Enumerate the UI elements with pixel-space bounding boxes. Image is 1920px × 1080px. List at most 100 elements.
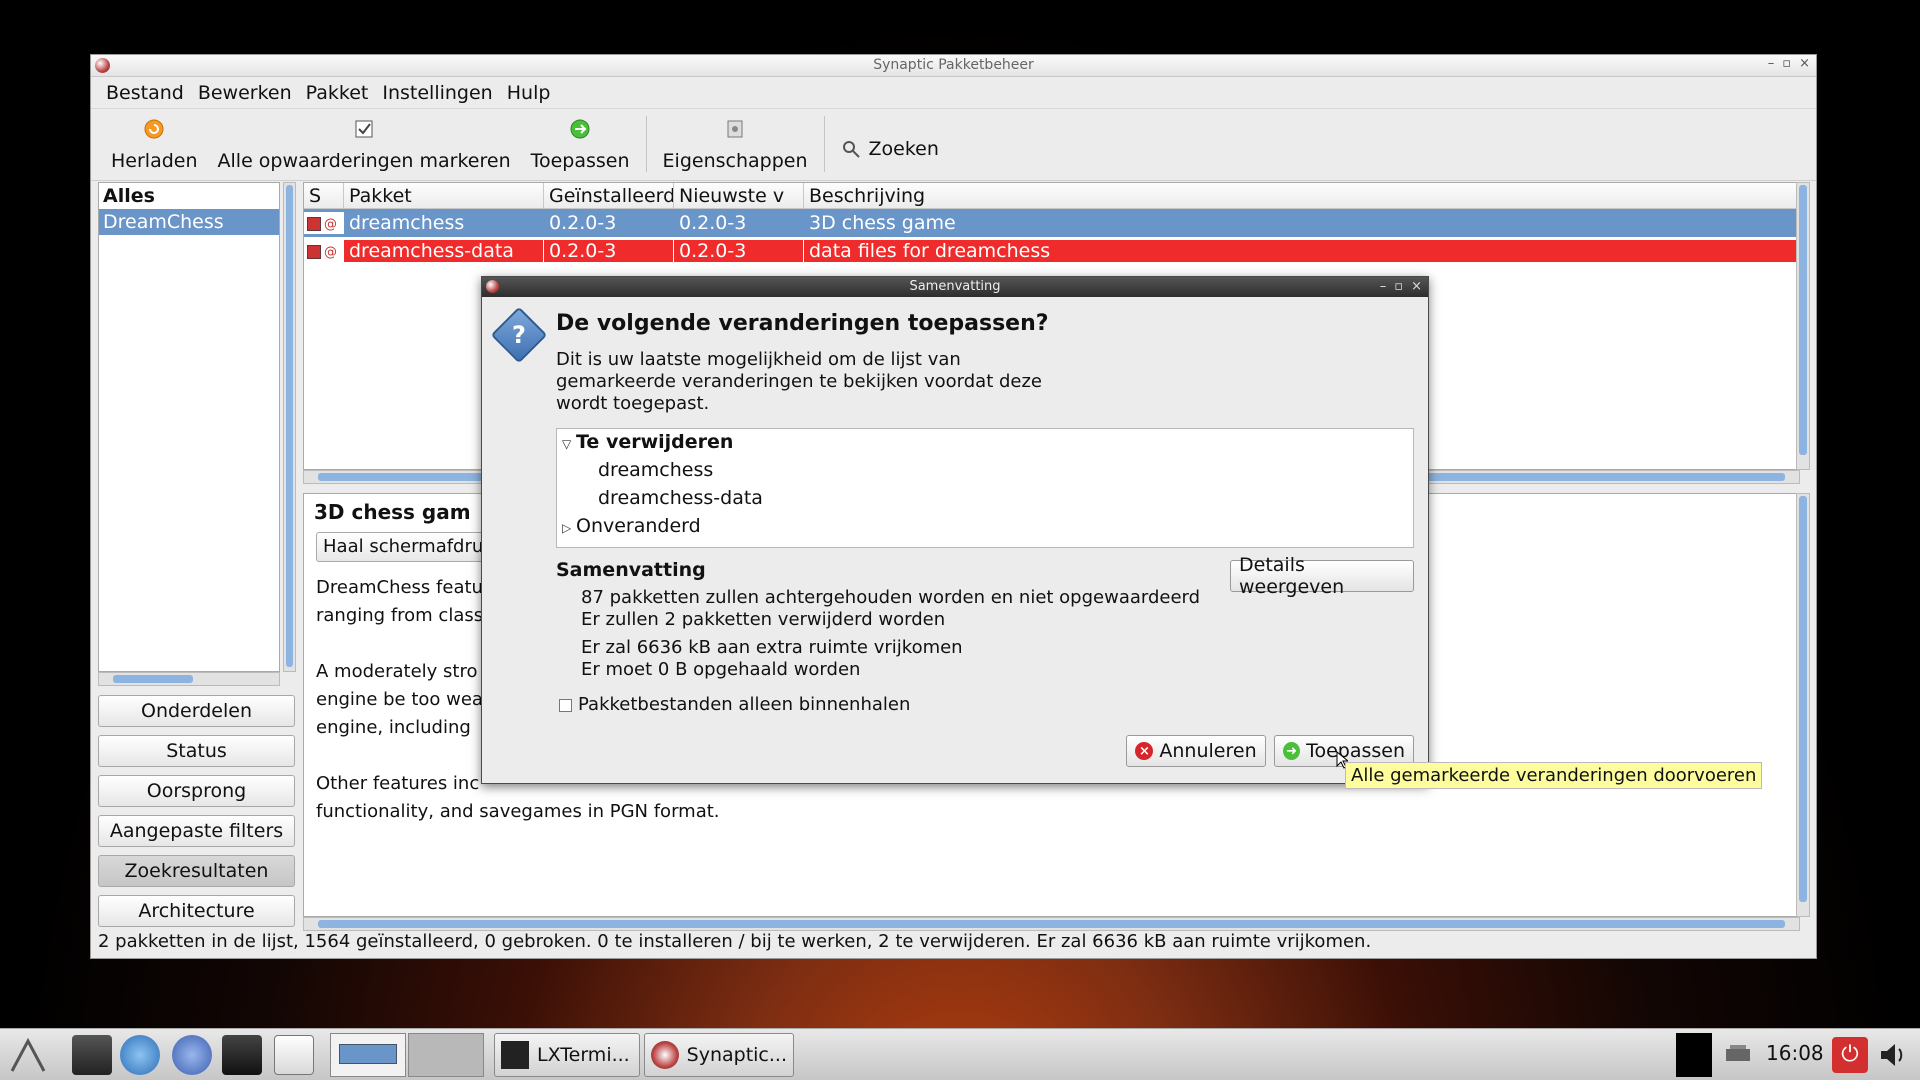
dialog-intro: Dit is uw laatste mogelijkheid om de lij… xyxy=(556,349,1042,414)
desktop-1-button[interactable] xyxy=(330,1033,406,1077)
toolbar-separator xyxy=(823,116,825,172)
clock[interactable]: 16:08 xyxy=(1766,1041,1824,1065)
apply-label: Toepassen xyxy=(1306,740,1405,762)
task-synaptic-label: Synaptic... xyxy=(686,1044,787,1066)
architecture-button[interactable]: Architecture xyxy=(98,895,295,927)
file-manager-icon[interactable] xyxy=(72,1035,112,1075)
tree-item-dreamchess[interactable]: dreamchess xyxy=(598,459,713,481)
cancel-button[interactable]: × Annuleren xyxy=(1126,735,1266,767)
expanded-arrow-icon[interactable]: ▽ xyxy=(562,437,576,451)
cpu-monitor-graph xyxy=(1676,1033,1712,1077)
menu-bewerken[interactable]: Bewerken xyxy=(191,82,299,104)
apply-toolbar-button[interactable]: Toepassen xyxy=(521,118,640,172)
description-scroll-thumb[interactable] xyxy=(1799,496,1807,902)
sections-button[interactable]: Onderdelen xyxy=(98,695,295,727)
close-icon[interactable]: × xyxy=(1799,56,1810,71)
properties-button[interactable]: Eigenschappen xyxy=(653,118,818,172)
apply-icon: ➜ xyxy=(1283,742,1301,760)
summary-line-download: Er moet 0 B opgehaald worden xyxy=(581,659,861,680)
dialog-heading: De volgende veranderingen toepassen? xyxy=(556,311,1049,336)
tree-node-remove[interactable]: ▽ Te verwijderen xyxy=(562,431,733,453)
close-icon[interactable]: × xyxy=(1411,277,1422,297)
description-horizontal-scrollbar[interactable] xyxy=(303,917,1800,931)
menu-instellingen[interactable]: Instellingen xyxy=(375,82,499,104)
network-status-icon[interactable] xyxy=(1724,1043,1752,1067)
reload-icon xyxy=(144,119,164,139)
row-status-cell[interactable]: @ xyxy=(304,240,344,262)
dialog-titlebar[interactable]: Samenvatting – ▫ × xyxy=(482,277,1428,297)
debian-icon: @ xyxy=(324,216,337,232)
summary-line-freed: Er zal 6636 kB aan extra ruimte vrijkome… xyxy=(581,637,963,658)
filter-hscroll-thumb[interactable] xyxy=(113,675,193,683)
description-vertical-scrollbar[interactable] xyxy=(1796,493,1810,917)
details-button[interactable]: Details weergeven xyxy=(1230,554,1414,598)
taskbar: LXTermi... Synaptic... 16:08 ⏻ xyxy=(0,1028,1920,1080)
menu-pakket[interactable]: Pakket xyxy=(299,82,376,104)
browser-icon[interactable] xyxy=(120,1035,160,1075)
menu-bestand[interactable]: Bestand xyxy=(99,82,191,104)
latest-version: 0.2.0-3 xyxy=(679,212,747,234)
apply-icon xyxy=(570,119,590,139)
download-only-checkbox[interactable] xyxy=(559,699,572,712)
status-button[interactable]: Status xyxy=(98,735,295,767)
terminal-launcher-icon[interactable] xyxy=(222,1035,262,1075)
summary-dialog: Samenvatting – ▫ × ? De volgende verande… xyxy=(481,276,1429,784)
column-package[interactable]: Pakket xyxy=(344,183,544,208)
filter-scroll-thumb[interactable] xyxy=(286,185,293,667)
search-button[interactable]: Zoeken xyxy=(831,138,949,172)
row-status-cell[interactable]: @ xyxy=(304,212,344,234)
filter-header: Alles xyxy=(103,185,155,207)
network-globe-icon[interactable] xyxy=(172,1035,212,1075)
column-description[interactable]: Beschrijving xyxy=(804,183,1799,208)
filter-vertical-scrollbar[interactable] xyxy=(283,182,296,672)
table-row[interactable]: @ dreamchess-data 0.2.0-3 0.2.0-3 data f… xyxy=(304,237,1799,265)
task-lxterminal[interactable]: LXTermi... xyxy=(494,1033,640,1077)
toolbar: Herladen Alle opwaarderingen markeren To… xyxy=(91,109,1816,181)
mark-upgrades-button[interactable]: Alle opwaarderingen markeren xyxy=(208,118,521,172)
mark-all-icon xyxy=(355,120,373,138)
changes-tree[interactable]: ▽ Te verwijderen dreamchess dreamchess-da… xyxy=(556,428,1414,548)
column-status[interactable]: S xyxy=(304,183,344,208)
cancel-icon: × xyxy=(1135,742,1154,760)
marked-removal-icon xyxy=(307,216,321,231)
dialog-title: Samenvatting xyxy=(909,279,1001,294)
task-synaptic[interactable]: Synaptic... xyxy=(644,1033,794,1077)
tree-item-dreamchess-data[interactable]: dreamchess-data xyxy=(598,487,763,509)
tree-unchanged-label: Onveranderd xyxy=(576,515,701,537)
table-row[interactable]: @ dreamchess 0.2.0-3 0.2.0-3 3D chess ga… xyxy=(304,209,1799,237)
minimize-icon[interactable]: – xyxy=(1380,277,1387,297)
origin-button[interactable]: Oorsprong xyxy=(98,775,295,807)
package-name: dreamchess-data xyxy=(344,240,544,262)
package-description: data files for dreamchess xyxy=(804,240,1799,262)
volume-icon[interactable] xyxy=(1878,1041,1908,1069)
maximize-icon[interactable]: ▫ xyxy=(1394,277,1403,297)
filter-item-dreamchess[interactable]: DreamChess xyxy=(99,209,279,235)
package-description: 3D chess game xyxy=(809,212,956,234)
desktop-2-button[interactable] xyxy=(408,1033,484,1077)
download-only-label: Pakketbestanden alleen binnenhalen xyxy=(578,694,911,715)
description-hscroll-thumb[interactable] xyxy=(318,920,1785,928)
filter-list[interactable]: Alles DreamChess xyxy=(98,182,280,672)
power-icon[interactable]: ⏻ xyxy=(1832,1037,1868,1073)
table-scroll-thumb[interactable] xyxy=(1799,185,1807,455)
synaptic-app-icon xyxy=(486,280,499,293)
column-latest[interactable]: Nieuwste v xyxy=(674,183,804,208)
debian-icon: @ xyxy=(324,244,337,260)
minimize-icon[interactable]: – xyxy=(1768,56,1775,71)
maximize-icon[interactable]: ▫ xyxy=(1782,56,1791,71)
column-installed[interactable]: Geïnstalleerd xyxy=(544,183,674,208)
text-editor-icon[interactable] xyxy=(274,1035,314,1075)
marked-removal-icon xyxy=(307,244,321,259)
table-vertical-scrollbar[interactable] xyxy=(1796,182,1810,470)
search-results-button[interactable]: Zoekresultaten xyxy=(98,855,295,887)
custom-filters-button[interactable]: Aangepaste filters xyxy=(98,815,295,847)
menu-launcher-icon[interactable] xyxy=(8,1035,48,1075)
window-titlebar[interactable]: Synaptic Pakketbeheer – ▫ × xyxy=(91,55,1816,77)
menu-hulp[interactable]: Hulp xyxy=(500,82,558,104)
reload-button[interactable]: Herladen xyxy=(101,118,208,172)
filter-horizontal-scrollbar[interactable] xyxy=(98,672,280,686)
collapsed-arrow-icon[interactable]: ▷ xyxy=(562,521,576,535)
tree-node-unchanged[interactable]: ▷ Onveranderd xyxy=(562,515,701,537)
terminal-icon xyxy=(501,1041,529,1069)
summary-heading: Samenvatting xyxy=(556,559,706,581)
